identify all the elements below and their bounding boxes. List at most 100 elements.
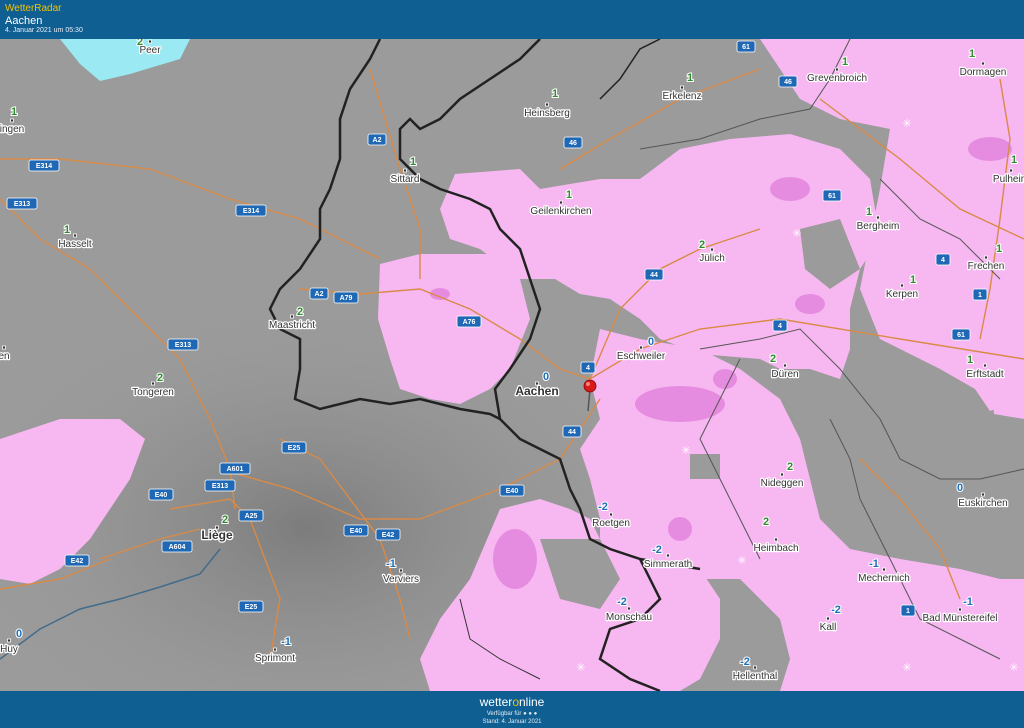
timestamp: 4. Januar 2021 um 05:30 [5,27,83,34]
city-dot [958,607,962,612]
city-dot [545,102,549,107]
temperature-12: 1 [996,243,1002,255]
svg-text:44: 44 [650,272,658,279]
city-label-5: ingen [0,124,24,135]
road-shield: A604 [161,540,193,553]
road-shield: E40 [148,488,174,501]
city-label-2: Erkelenz [663,91,702,102]
snowflake-icon: ✳ [576,661,585,674]
city-dot [10,118,14,123]
city-label-16: Erftstadt [966,369,1003,380]
svg-text:61: 61 [828,193,836,200]
city-label-21: Nideggen [761,478,804,489]
city-label-8: Pulheim [993,174,1024,185]
city-label-25: Heimbach [753,543,798,554]
road-shield: 61 [736,40,756,53]
city-label-22: Euskirchen [958,498,1007,509]
city-label-14: Maastricht [269,320,315,331]
city-label-33: Sprimont [255,653,295,664]
city-dot [835,67,839,72]
city-label-3: Grevenbroich [807,73,867,84]
city-label-27: Mechernich [858,573,910,584]
city-dot [639,345,643,350]
city-dot [559,200,563,205]
svg-text:A25: A25 [245,513,258,520]
svg-text:1: 1 [906,608,910,615]
temperature-32: -1 [281,636,291,648]
city-dot [882,567,886,572]
temperature-13: 1 [910,274,916,286]
city-label-7: Geilenkirchen [530,206,591,217]
road-shield: E313 [6,197,38,210]
road-shield: 4 [935,253,951,266]
road-shield: A76 [456,315,482,328]
city-dot [666,553,670,558]
city-dot [876,215,880,220]
road-shield: 61 [951,328,971,341]
radar-map[interactable]: PeerHeinsbergErkelenzGrevenbroichDormage… [0,39,1024,691]
city-label-12: Frechen [968,261,1005,272]
temperature-22: -2 [598,501,608,513]
road-shield: E40 [499,484,525,497]
road-shield: A601 [219,462,251,475]
city-dot [1009,168,1013,173]
brand-logo: wetteronline [479,695,545,709]
svg-text:E40: E40 [506,488,519,495]
city-dot [753,665,757,670]
availability-text: Verfügbar für ● ● ● [486,711,538,717]
temperature-9: 1 [64,224,70,236]
stand-text: Stand: 4. Januar 2021 [482,719,542,725]
road-shield: 44 [562,425,582,438]
road-shield: E42 [375,528,401,541]
svg-text:A2: A2 [315,291,324,298]
temperature-31: 0 [16,628,22,640]
svg-text:1: 1 [978,292,982,299]
city-label-1: Heinsberg [524,108,570,119]
temperature-6: 1 [410,156,416,168]
temperature-5: 1 [11,106,17,118]
road-shield: 46 [778,75,798,88]
temperature-10: 2 [699,239,705,251]
svg-text:61: 61 [957,332,965,339]
temperature-16: 1 [967,354,973,366]
header-bar: WetterRadar Aachen 4. Januar 2021 um 05:… [0,0,1024,39]
road-shield: A2 [367,133,387,146]
svg-text:4: 4 [941,257,945,264]
svg-text:E25: E25 [245,604,258,611]
city-label-23: Roetgen [592,518,630,529]
temperature-1: 1 [552,88,558,100]
road-shield: 1 [900,604,916,617]
city-label-30: Kall [820,622,837,633]
city-dot [900,283,904,288]
temperature-19: 0 [543,371,549,383]
city-label-26: Simmerath [644,559,692,570]
svg-text:46: 46 [784,79,792,86]
road-shield: A2 [309,287,329,300]
temperature-27: -1 [386,558,396,570]
city-dot [627,606,631,611]
temperature-30: -1 [963,596,973,608]
city-label-9: Hasselt [58,239,92,250]
road-shield: E25 [238,600,264,613]
svg-text:A604: A604 [169,544,186,551]
temperature-28: -2 [617,596,627,608]
city-label-32: Huy [0,644,18,655]
city-label-10: Jülich [699,253,725,264]
city-dot [2,345,6,350]
road-shield: E40 [343,524,369,537]
svg-text:E40: E40 [155,492,168,499]
temperature-15: 0 [648,336,654,348]
temperature-20: 2 [787,461,793,473]
city-dot [273,647,277,652]
svg-text:46: 46 [569,140,577,147]
temperature-33: -2 [740,656,750,668]
city-dot [774,537,778,542]
svg-text:E314: E314 [36,163,52,170]
temperature-18: 2 [157,372,163,384]
svg-text:E313: E313 [14,201,30,208]
location-name: Aachen [5,15,43,27]
city-dot [983,363,987,368]
city-label-31: Bad Münstereifel [922,613,997,624]
city-dot [609,512,613,517]
city-dot [984,255,988,260]
